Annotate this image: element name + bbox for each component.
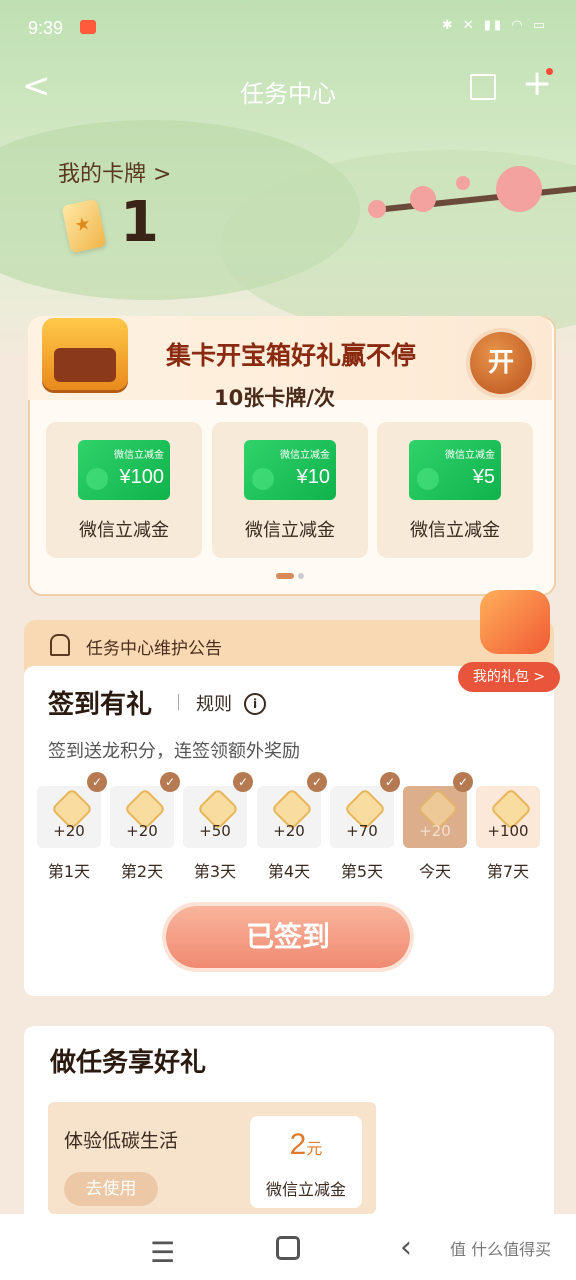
- check-icon: ✓: [380, 772, 400, 792]
- task-reward-amount: 2元: [250, 1128, 362, 1162]
- wechat-leaf-icon: [86, 468, 108, 490]
- day-label: 今天: [418, 862, 451, 881]
- open-box-button[interactable]: 开: [470, 332, 532, 394]
- day-points: +100: [487, 822, 529, 840]
- check-icon: ✓: [453, 772, 473, 792]
- voucher-amount: ¥100: [119, 466, 165, 488]
- tasks-title: 做任务享好礼: [50, 1048, 207, 1078]
- check-icon: ✓: [233, 772, 253, 792]
- system-back-icon[interactable]: ‹: [400, 1230, 412, 1265]
- status-time: 9:39: [28, 18, 64, 38]
- task-go-button[interactable]: 去使用: [64, 1172, 158, 1206]
- voucher-badge: 微信立减金 ¥5: [409, 440, 501, 500]
- status-bar: 9:39 ✱ ✕ ▮▮ ◠ ▭: [0, 0, 576, 56]
- task-name: 体验低碳生活: [64, 1130, 179, 1152]
- my-cards-link[interactable]: 我的卡牌 >: [58, 156, 171, 188]
- day-label: 第5天: [340, 862, 384, 881]
- day-label: 第4天: [267, 862, 311, 881]
- day-label: 第7天: [486, 862, 530, 881]
- divider: [178, 694, 179, 710]
- voucher-title: 微信立减金: [114, 450, 164, 461]
- system-nav-bar: ☰ ‹ 值 什么值得买: [0, 1214, 576, 1280]
- my-gifts-button[interactable]: 我的礼包 >: [458, 662, 560, 692]
- prize-name: 微信立减金: [410, 520, 500, 541]
- day-points: +50: [199, 822, 231, 840]
- day-label: 第2天: [120, 862, 164, 881]
- check-icon: ✓: [160, 772, 180, 792]
- watermark: 值 什么值得买: [450, 1240, 552, 1259]
- day-label: 第1天: [47, 862, 91, 881]
- status-icons: ✱ ✕ ▮▮ ◠ ▭: [441, 18, 548, 33]
- record-icon: [80, 20, 96, 34]
- carousel-dot-active: [276, 572, 294, 579]
- voucher-badge: 微信立减金 ¥100: [78, 440, 170, 500]
- day-points: +20: [126, 822, 158, 840]
- carousel-dot: [298, 572, 304, 579]
- card-count: 1: [120, 190, 159, 255]
- wechat-leaf-icon: [417, 468, 439, 490]
- day-points: +20: [419, 822, 451, 840]
- voucher-amount: ¥5: [472, 466, 495, 488]
- check-icon: ✓: [307, 772, 327, 792]
- task-reward-name: 微信立减金: [265, 1180, 346, 1199]
- rules-link[interactable]: 规则: [196, 690, 232, 716]
- treasure-box-subtitle: 10张卡牌/次: [214, 386, 335, 410]
- day-points: +70: [346, 822, 378, 840]
- voucher-amount: ¥10: [296, 466, 330, 488]
- checkin-title: 签到有礼: [48, 690, 153, 720]
- voucher-title: 微信立减金: [280, 450, 330, 461]
- voucher-badge: 微信立减金 ¥10: [244, 440, 336, 500]
- carousel-dots: [276, 565, 308, 584]
- notification-dot: [546, 68, 553, 75]
- reward-unit: 元: [306, 1139, 323, 1158]
- signed-in-button[interactable]: 已签到: [166, 906, 410, 968]
- top-nav: < 任务中心 +: [0, 60, 576, 116]
- home-icon[interactable]: [276, 1236, 300, 1260]
- day-points: +20: [53, 822, 85, 840]
- prize-card[interactable]: 微信立减金 ¥100 微信立减金: [46, 422, 202, 558]
- share-icon[interactable]: [470, 74, 496, 100]
- day-label: 第3天: [193, 862, 237, 881]
- bell-icon: [50, 634, 70, 656]
- treasure-chest-icon: [42, 318, 128, 390]
- prize-card[interactable]: 微信立减金 ¥10 微信立减金: [212, 422, 368, 558]
- prize-name: 微信立减金: [245, 520, 335, 541]
- checkin-description: 签到送龙积分，连签领额外奖励: [48, 741, 300, 762]
- notice-text: 任务中心维护公告: [86, 639, 222, 659]
- gift-bag-icon[interactable]: [480, 590, 550, 654]
- day-points: +20: [273, 822, 305, 840]
- blossom-flower-icon: [496, 166, 542, 212]
- menu-icon[interactable]: ☰: [150, 1236, 175, 1269]
- voucher-title: 微信立减金: [445, 450, 495, 461]
- prize-card[interactable]: 微信立减金 ¥5 微信立减金: [377, 422, 533, 558]
- treasure-box-title: 集卡开宝箱好礼赢不停: [166, 341, 417, 370]
- reward-number: 2: [289, 1128, 307, 1161]
- wechat-leaf-icon: [252, 468, 274, 490]
- info-icon[interactable]: i: [244, 693, 266, 715]
- prize-name: 微信立减金: [79, 520, 169, 541]
- check-icon: ✓: [87, 772, 107, 792]
